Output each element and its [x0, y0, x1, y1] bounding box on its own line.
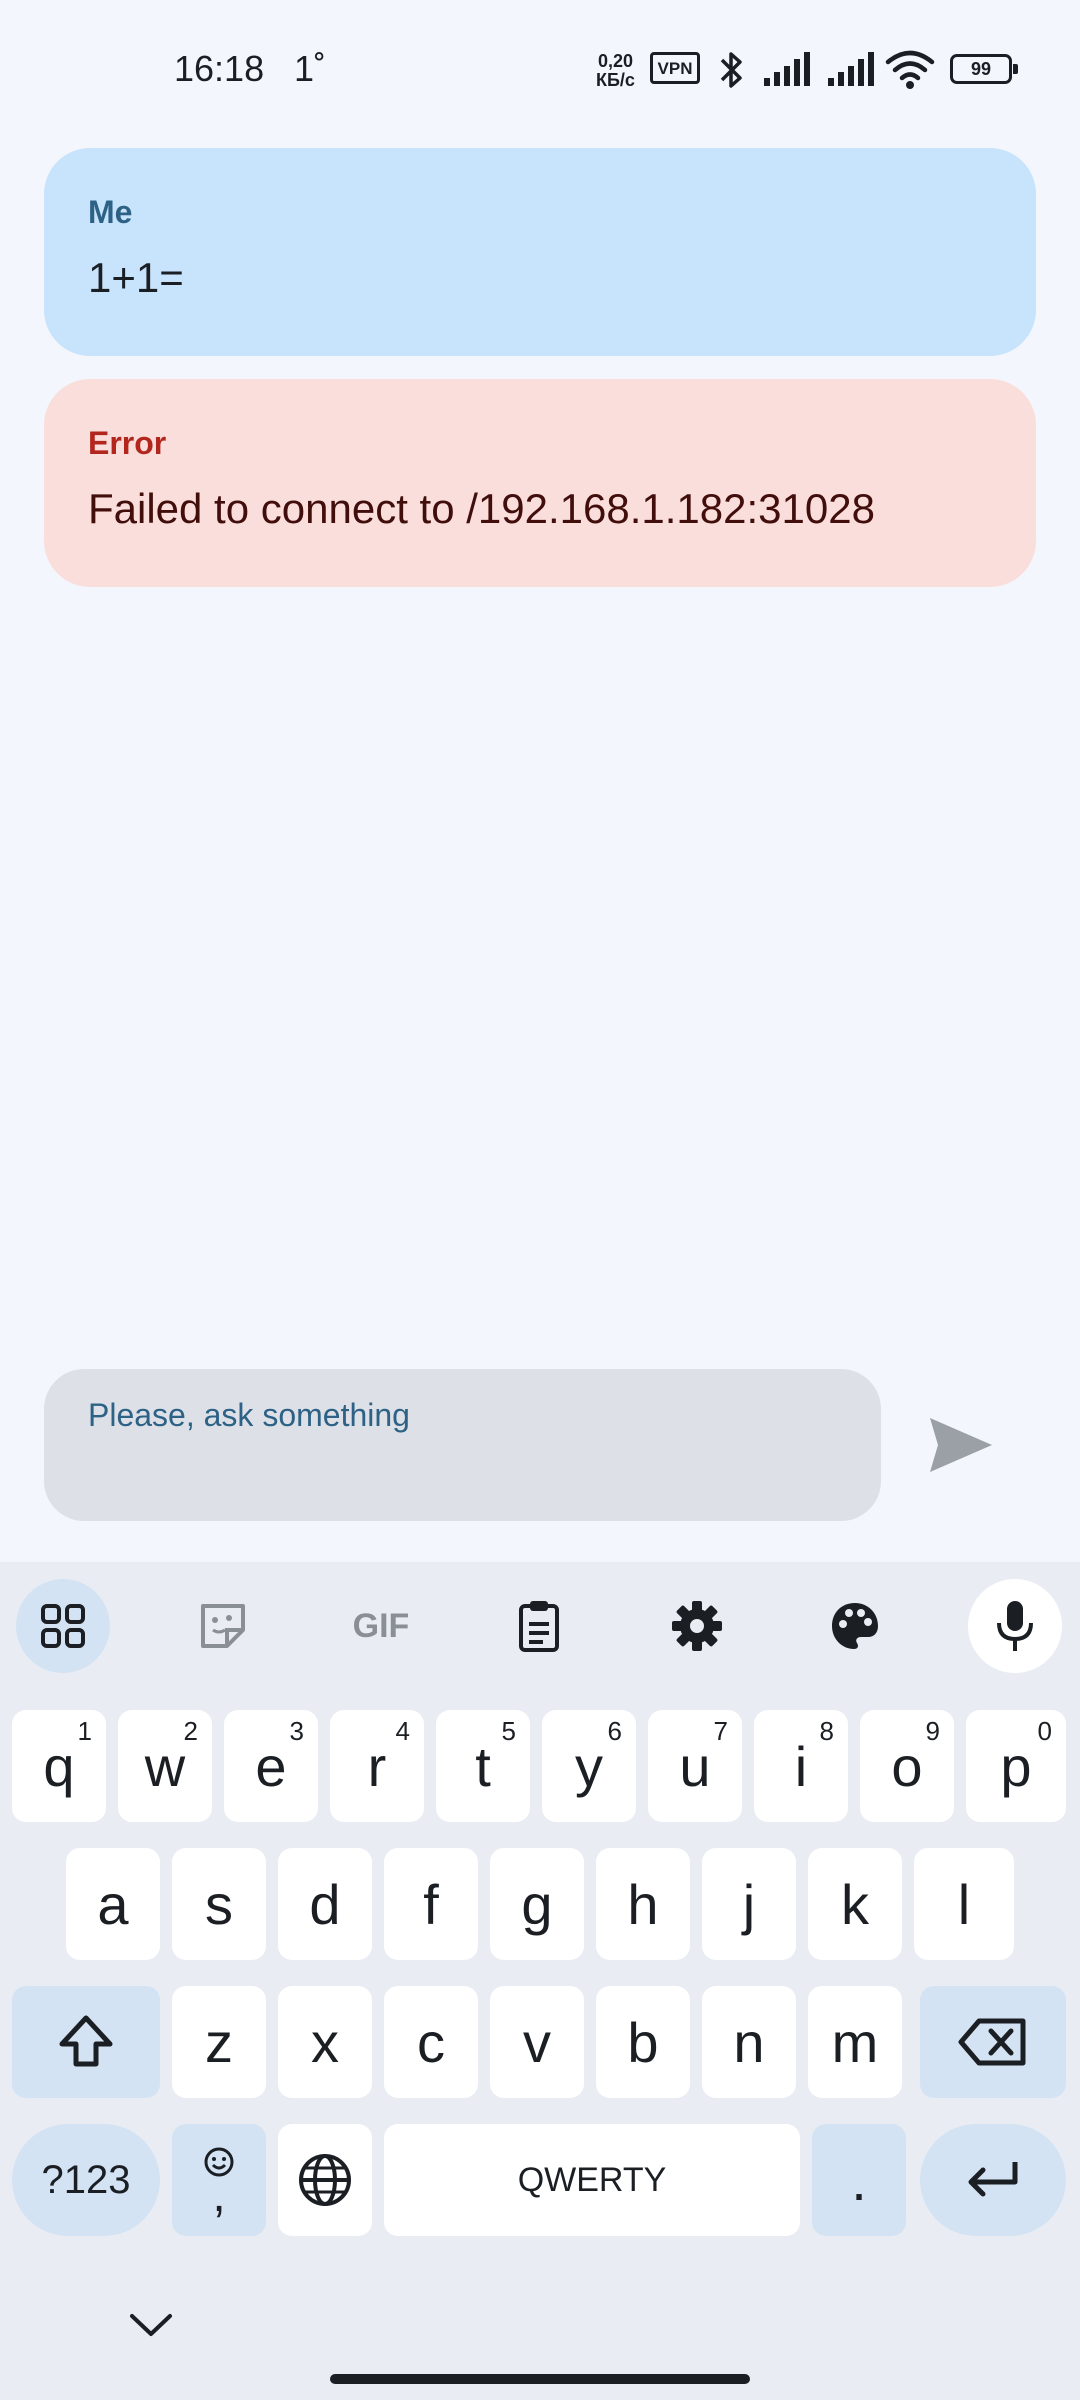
key-label: i [794, 1734, 808, 1798]
wifi-icon [885, 50, 935, 89]
sticker-icon[interactable] [176, 1579, 270, 1673]
key-x[interactable]: x [278, 1986, 372, 2098]
net-speed-unit: КБ/с [596, 70, 635, 90]
key-b[interactable]: b [596, 1986, 690, 2098]
key-r[interactable]: r4 [330, 1710, 424, 1822]
key-z[interactable]: z [172, 1986, 266, 2098]
globe-icon [299, 2154, 351, 2206]
key-c[interactable]: c [384, 1986, 478, 2098]
home-indicator[interactable] [330, 2374, 750, 2384]
key-label: r [367, 1734, 387, 1798]
key-label: t [475, 1734, 491, 1798]
message-text: Failed to connect to /192.168.1.182:3102… [88, 485, 875, 532]
key-s[interactable]: s [172, 1848, 266, 1960]
key-w[interactable]: w2 [118, 1710, 212, 1822]
key-hint: 8 [819, 1716, 834, 1746]
prompt-input[interactable] [88, 1397, 848, 1434]
message-author: Error [88, 425, 167, 461]
key-h[interactable]: h [596, 1848, 690, 1960]
key-n[interactable]: n [702, 1986, 796, 2098]
key-j[interactable]: j [702, 1848, 796, 1960]
key-q[interactable]: q1 [12, 1710, 106, 1822]
key-k[interactable]: k [808, 1848, 902, 1960]
space-label: QWERTY [517, 2160, 667, 2199]
send-icon[interactable] [918, 1410, 998, 1480]
clipboard-icon[interactable] [492, 1579, 586, 1673]
key-label: w [144, 1734, 186, 1798]
emoji-comma-key[interactable]: , [172, 2124, 266, 2236]
key-hint: 1 [77, 1716, 92, 1746]
space-key[interactable]: QWERTY [384, 2124, 800, 2236]
key-hint: 6 [607, 1716, 622, 1746]
message-text: 1+1= [88, 254, 184, 301]
symbols-label: ?123 [41, 2157, 131, 2202]
status-bar: 16:18 1˚ 0,20 КБ/с VPN 99 [0, 0, 1080, 140]
key-hint: 5 [501, 1716, 516, 1746]
message-author: Me [88, 194, 133, 230]
shift-key[interactable] [12, 1986, 160, 2098]
key-label: o [891, 1734, 923, 1798]
key-m[interactable]: m [808, 1986, 902, 2098]
key-l[interactable]: l [914, 1848, 1014, 1960]
backspace-key[interactable] [920, 1986, 1066, 2098]
key-v[interactable]: v [490, 1986, 584, 2098]
key-label: u [679, 1734, 711, 1798]
symbols-key[interactable]: ?123 [12, 2124, 160, 2236]
key-f[interactable]: f [384, 1848, 478, 1960]
key-e[interactable]: e3 [224, 1710, 318, 1822]
key-u[interactable]: u7 [648, 1710, 742, 1822]
key-o[interactable]: o9 [860, 1710, 954, 1822]
key-hint: 7 [713, 1716, 728, 1746]
message-error[interactable]: Error Failed to connect to /192.168.1.18… [44, 379, 1036, 587]
gif-button[interactable]: GIF [334, 1579, 428, 1673]
bluetooth-icon [720, 52, 742, 88]
backspace-icon [958, 2018, 1026, 2066]
palette-icon[interactable] [808, 1579, 902, 1673]
net-speed-value: 0,20 [597, 51, 633, 71]
settings-gear-icon[interactable] [650, 1579, 744, 1673]
keyboard [0, 1562, 1080, 2400]
vpn-icon: VPN [650, 52, 700, 84]
key-label: e [255, 1734, 287, 1798]
apps-grid-icon[interactable] [16, 1579, 110, 1673]
enter-icon [968, 2162, 1018, 2197]
status-net-speed: 0,20 КБ/с [596, 52, 635, 90]
key-hint: 9 [925, 1716, 940, 1746]
key-a[interactable]: a [66, 1848, 160, 1960]
key-label: y [575, 1734, 603, 1798]
key-i[interactable]: i8 [754, 1710, 848, 1822]
key-y[interactable]: y6 [542, 1710, 636, 1822]
microphone-icon[interactable] [968, 1579, 1062, 1673]
gif-label: GIF [352, 1606, 410, 1645]
language-key[interactable] [278, 2124, 372, 2236]
comma-label: , [212, 2169, 226, 2222]
key-hint: 3 [289, 1716, 304, 1746]
key-d[interactable]: d [278, 1848, 372, 1960]
signal-icon-2 [828, 52, 874, 86]
enter-key[interactable] [920, 2124, 1066, 2236]
key-hint: 0 [1037, 1716, 1052, 1746]
key-label: p [1000, 1734, 1032, 1798]
period-key[interactable]: . [812, 2124, 906, 2236]
message-user[interactable]: Me 1+1= [44, 148, 1036, 356]
status-time: 16:18 [174, 48, 265, 89]
shift-icon [59, 2015, 113, 2067]
key-hint: 2 [183, 1716, 198, 1746]
period-label: . [851, 2148, 867, 2212]
key-p[interactable]: p0 [966, 1710, 1066, 1822]
prompt-input-container[interactable] [44, 1369, 881, 1521]
status-temperature: 1˚ [294, 48, 327, 89]
signal-icon [764, 52, 810, 86]
key-label: q [43, 1734, 75, 1798]
key-g[interactable]: g [490, 1848, 584, 1960]
key-hint: 4 [395, 1716, 410, 1746]
key-t[interactable]: t5 [436, 1710, 530, 1822]
hide-keyboard-chevron-icon[interactable] [126, 2310, 176, 2340]
battery-icon: 99 [950, 54, 1018, 84]
